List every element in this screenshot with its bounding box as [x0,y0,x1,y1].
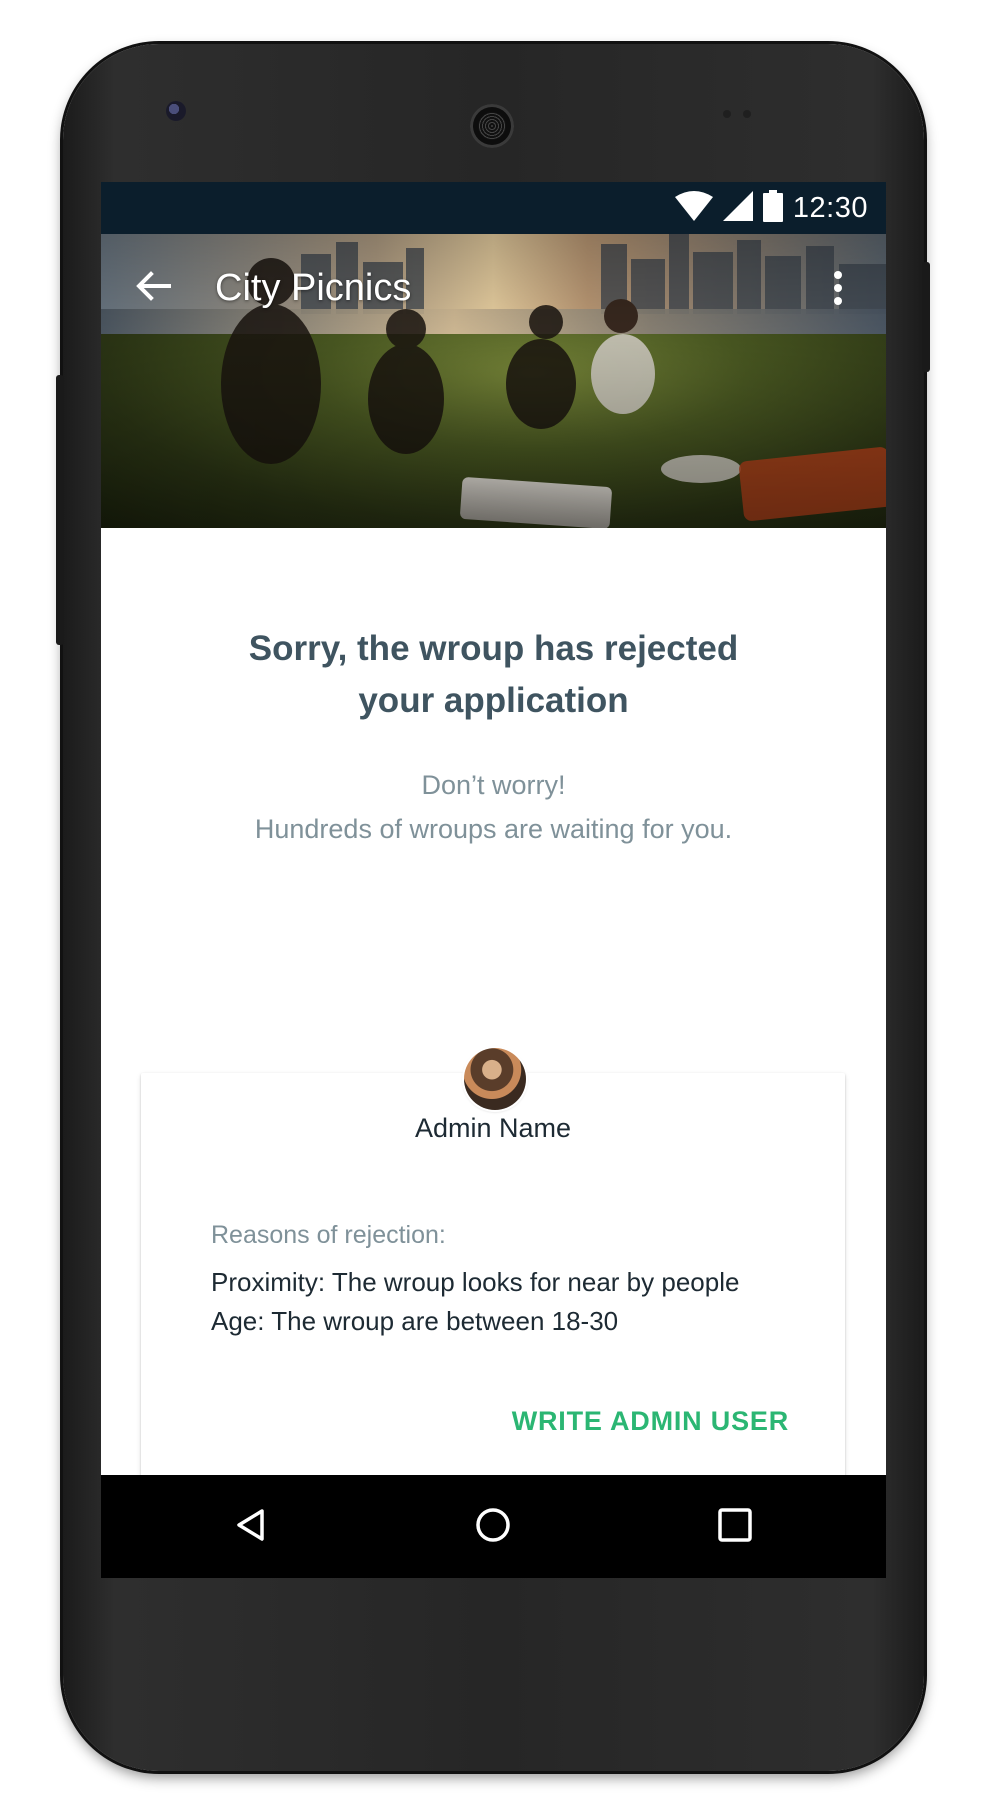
battery-icon [762,189,783,227]
cell-signal-icon [722,190,753,226]
group-title: City Picnics [215,267,412,309]
reason-item: Age: The wroup are between 18-30 [211,1306,619,1336]
navigation-bar [101,1475,886,1578]
admin-avatar[interactable] [464,1048,526,1110]
rejection-content: Sorry, the wroup has rejected your appli… [101,528,886,1501]
recents-square-icon [717,1507,753,1548]
rejection-card: Admin Name Reasons of rejection: Proximi… [141,1073,845,1501]
admin-name: Admin Name [414,1113,572,1143]
light-sensor [743,110,751,118]
nav-recents-button[interactable] [711,1503,759,1551]
nav-back-button[interactable] [227,1503,275,1551]
reasons-label: Reasons of rejection: [211,1221,446,1249]
group-header-photo: City Picnics [101,234,886,528]
volume-button [56,375,64,645]
status-bar: 12:30 [101,182,886,234]
back-button[interactable] [129,264,177,312]
encouragement-text: Don’t worry! Hundreds of wroups are wait… [254,770,733,844]
proximity-sensor [723,110,731,118]
write-admin-button[interactable]: WRITE ADMIN USER [512,1399,789,1443]
more-vert-icon [834,271,842,279]
nav-home-button[interactable] [469,1503,517,1551]
power-button [922,262,930,372]
status-time: 12:30 [792,191,868,224]
app-toolbar: City Picnics [101,234,886,346]
home-circle-icon [475,1507,511,1548]
screen: 12:30 City Picnics Sorry, the wroup has … [101,182,886,1578]
back-triangle-icon [234,1508,268,1547]
front-camera [166,101,186,121]
wifi-icon [674,190,713,226]
overflow-menu-button[interactable] [814,264,862,312]
rejection-heading: Sorry, the wroup has rejected your appli… [248,629,739,720]
reason-item: Proximity: The wroup looks for near by p… [211,1267,740,1297]
earpiece-speaker [470,104,514,148]
arrow-back-icon [133,266,173,311]
